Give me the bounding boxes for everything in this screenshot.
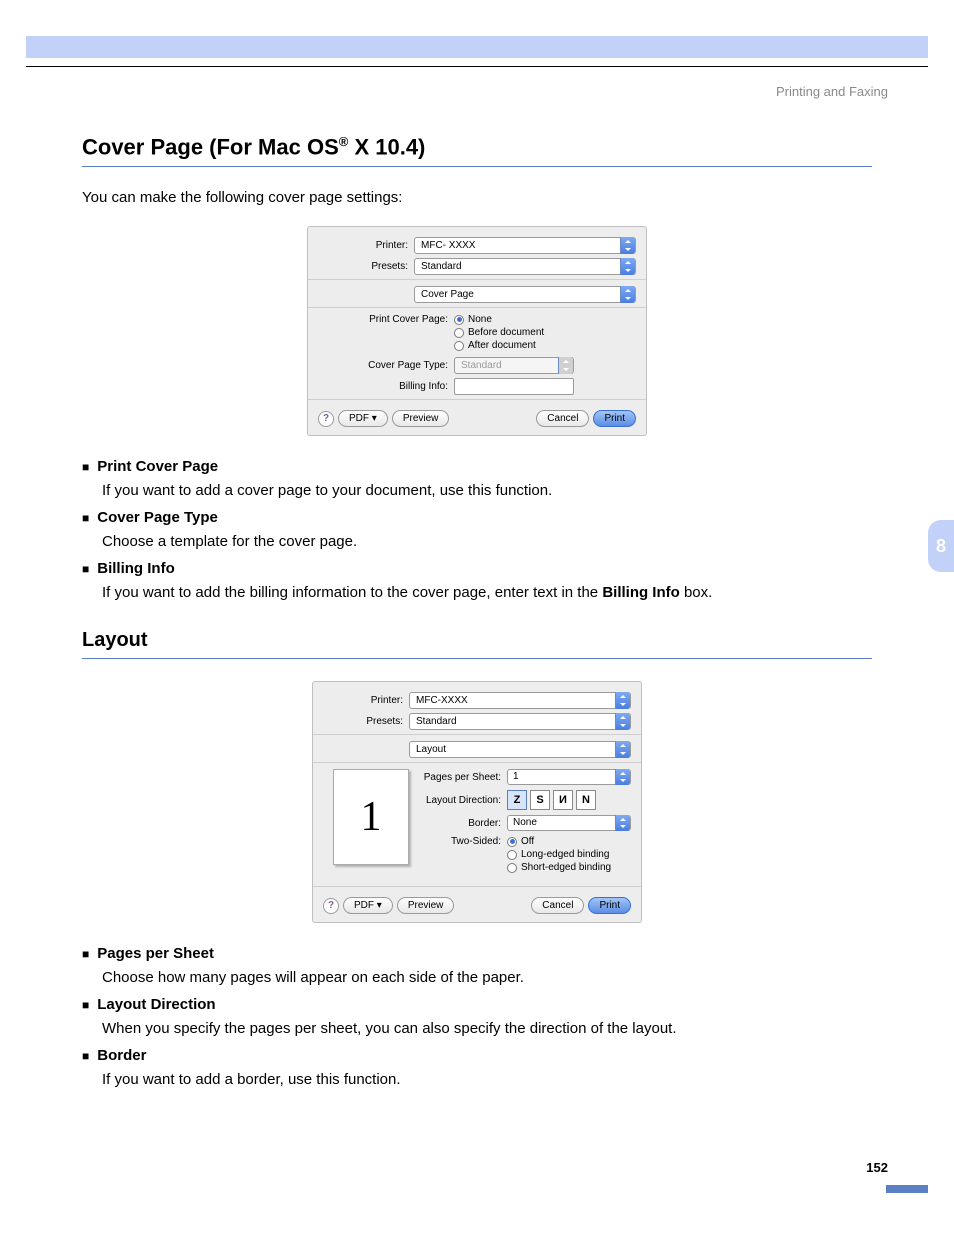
layout-dialog: Printer: MFC-XXXX Presets: Standard Layo…	[312, 681, 642, 923]
bullet-icon: ■	[82, 996, 89, 1014]
item-title: Layout Direction	[97, 996, 215, 1013]
print-cover-page-label: Print Cover Page:	[318, 314, 454, 325]
page-number: 152	[866, 1160, 888, 1175]
print-button[interactable]: Print	[593, 410, 636, 427]
radio-after[interactable]	[454, 341, 464, 351]
print-button[interactable]: Print	[588, 897, 631, 914]
border-select[interactable]: None	[507, 815, 631, 831]
chevron-down-icon	[615, 769, 630, 785]
radio-short-edge[interactable]	[507, 863, 517, 873]
title-pre: Cover Page (For Mac OS	[82, 134, 339, 159]
divider	[313, 762, 641, 763]
layout-direction-label: Layout Direction:	[421, 795, 507, 806]
page-preview: 1	[333, 769, 409, 865]
divider	[313, 886, 641, 887]
item-desc: If you want to add the billing informati…	[102, 584, 872, 601]
item-desc: Choose how many pages will appear on eac…	[102, 969, 872, 986]
section1-title: Cover Page (For Mac OS® X 10.4)	[82, 134, 872, 160]
section1-items: ■ Print Cover Page If you want to add a c…	[82, 458, 872, 601]
title-post: X 10.4)	[348, 134, 425, 159]
printer-select[interactable]: MFC- XXXX	[414, 237, 636, 254]
chevron-down-icon	[615, 692, 630, 709]
section2-items: ■ Pages per Sheet Choose how many pages w…	[82, 945, 872, 1088]
divider	[308, 399, 646, 400]
printer-select[interactable]: MFC-XXXX	[409, 692, 631, 709]
presets-label: Presets:	[323, 716, 409, 727]
divider	[308, 307, 646, 308]
pane-select[interactable]: Cover Page	[414, 286, 636, 303]
help-button[interactable]: ?	[323, 898, 339, 914]
printer-label: Printer:	[318, 240, 414, 251]
cover-page-type-label: Cover Page Type:	[318, 360, 454, 371]
section2-rule	[82, 658, 872, 659]
print-cover-page-group: None Before document After document	[454, 314, 544, 353]
section1-intro: You can make the following cover page se…	[82, 189, 872, 206]
section1-rule	[82, 166, 872, 167]
item-desc: If you want to add a cover page to your …	[102, 482, 872, 499]
layout-dir-4[interactable]: N	[576, 790, 596, 810]
item-title: Print Cover Page	[97, 458, 218, 475]
header-band	[26, 36, 928, 58]
cancel-button[interactable]: Cancel	[536, 410, 589, 427]
header-section-label: Printing and Faxing	[776, 84, 888, 99]
pdf-button[interactable]: PDF ▾	[343, 897, 393, 914]
radio-long-edge[interactable]	[507, 850, 517, 860]
divider	[308, 279, 646, 280]
billing-info-label: Billing Info:	[318, 381, 454, 392]
bullet-icon: ■	[82, 509, 89, 527]
chevron-down-icon	[620, 258, 635, 275]
pdf-button[interactable]: PDF ▾	[338, 410, 388, 427]
bullet-icon: ■	[82, 1047, 89, 1065]
item-title: Cover Page Type	[97, 509, 218, 526]
presets-select[interactable]: Standard	[409, 713, 631, 730]
item-title: Pages per Sheet	[97, 945, 214, 962]
chevron-down-icon	[620, 237, 635, 254]
chevron-down-icon	[615, 713, 630, 730]
bullet-icon: ■	[82, 945, 89, 963]
layout-dir-2[interactable]: S	[530, 790, 550, 810]
item-title: Border	[97, 1047, 146, 1064]
preview-button[interactable]: Preview	[392, 410, 450, 427]
title-sup: ®	[339, 134, 349, 149]
two-sided-group: Off Long-edged binding Short-edged bindi…	[507, 836, 611, 875]
cover-page-dialog: Printer: MFC- XXXX Presets: Standard Cov…	[307, 226, 647, 436]
item-desc: When you specify the pages per sheet, yo…	[102, 1020, 872, 1037]
pages-per-sheet-select[interactable]: 1	[507, 769, 631, 785]
layout-direction-buttons: Z S И N	[507, 790, 596, 810]
layout-dir-1[interactable]: Z	[507, 790, 527, 810]
chapter-tab: 8	[928, 520, 954, 572]
radio-before[interactable]	[454, 328, 464, 338]
preview-button[interactable]: Preview	[397, 897, 455, 914]
bullet-icon: ■	[82, 458, 89, 476]
help-button[interactable]: ?	[318, 411, 334, 427]
presets-label: Presets:	[318, 261, 414, 272]
item-title: Billing Info	[97, 560, 174, 577]
chevron-down-icon	[620, 286, 635, 303]
radio-off[interactable]	[507, 837, 517, 847]
layout-dir-3[interactable]: И	[553, 790, 573, 810]
divider	[313, 734, 641, 735]
footer-accent	[886, 1185, 928, 1193]
chevron-down-icon	[615, 815, 630, 831]
item-desc: Choose a template for the cover page.	[102, 533, 872, 550]
printer-label: Printer:	[323, 695, 409, 706]
pages-per-sheet-label: Pages per Sheet:	[421, 772, 507, 783]
cover-page-type-select[interactable]: Standard	[454, 357, 574, 374]
section2-title: Layout	[82, 629, 872, 652]
header-rule	[26, 66, 928, 67]
radio-none[interactable]	[454, 315, 464, 325]
two-sided-label: Two-Sided:	[421, 836, 507, 847]
chevron-down-icon	[615, 741, 630, 758]
pane-select[interactable]: Layout	[409, 741, 631, 758]
bullet-icon: ■	[82, 560, 89, 578]
item-desc: If you want to add a border, use this fu…	[102, 1071, 872, 1088]
billing-info-input[interactable]	[454, 378, 574, 395]
chevron-down-icon	[558, 357, 573, 374]
cancel-button[interactable]: Cancel	[531, 897, 584, 914]
presets-select[interactable]: Standard	[414, 258, 636, 275]
border-label: Border:	[421, 818, 507, 829]
